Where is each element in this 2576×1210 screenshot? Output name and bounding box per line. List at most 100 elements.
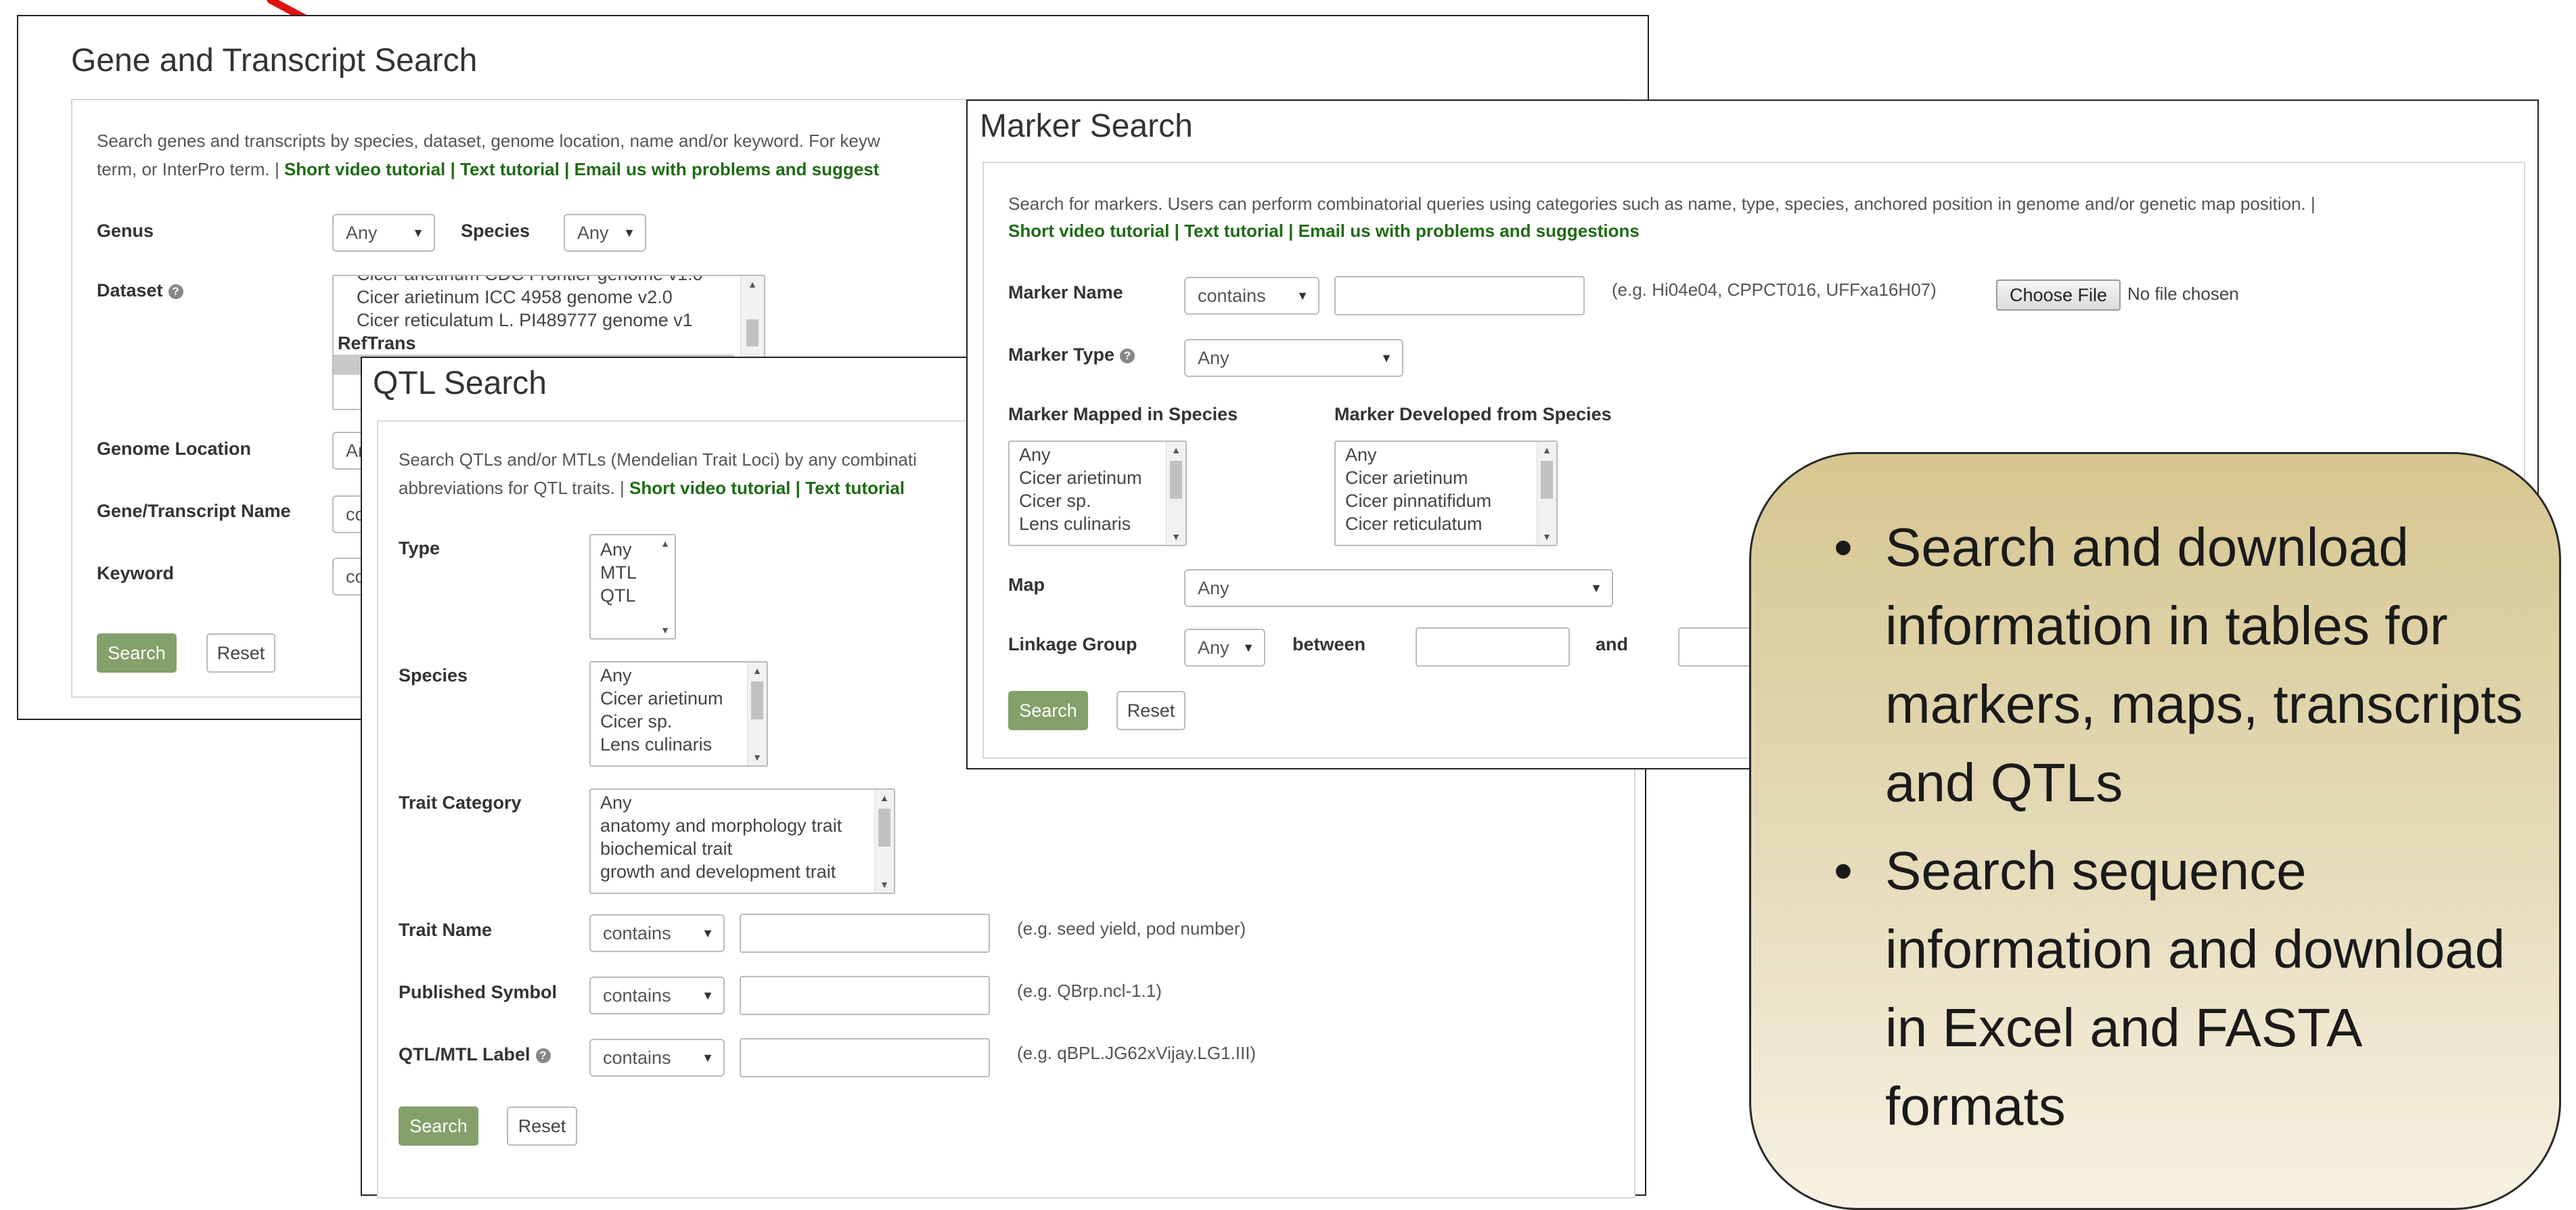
mapped-species-listbox[interactable]: Any Cicer arietinum Cicer sp. Lens culin… [1008,441,1187,546]
feature-callout: • Search and download information in tabl… [1749,452,2561,1210]
scrollbar-thumb[interactable] [1541,461,1553,499]
gene-panel-description-line2: term, or InterPro term. | Short video tu… [97,156,879,183]
gene-panel-desc-prefix: term, or InterPro term. | [97,159,284,179]
help-icon[interactable]: ? [535,1048,551,1063]
marker-type-select[interactable]: Any ▼ [1184,339,1403,377]
dataset-group-label: RefTrans [338,333,416,353]
scrollbar-thumb[interactable] [1170,461,1182,499]
scrollbar[interactable]: ▲ ▼ [874,790,894,893]
qtl-label-operator-select[interactable]: contains ▼ [589,1039,725,1077]
marker-panel-help-links[interactable]: Short video tutorial | Text tutorial | E… [1008,217,1640,244]
chevron-down-icon: ▼ [623,226,635,240]
mapped-species-option[interactable]: Cicer arietinum [1010,466,1185,489]
gene-name-label: Gene/Transcript Name [97,501,291,521]
chevron-down-icon: ▼ [1242,641,1255,654]
dataset-option[interactable]: Cicer arietinum CDC Frontier genome v1.0 [334,276,764,286]
trait-name-input[interactable] [740,914,990,953]
chevron-down-icon: ▼ [1590,581,1602,595]
published-symbol-label: Published Symbol [399,982,558,1002]
developed-species-option[interactable]: Any [1336,443,1556,466]
published-symbol-example: (e.g. QBrp.ncl-1.1) [1017,981,1162,1001]
gene-panel-help-links[interactable]: Short video tutorial | Text tutorial | E… [284,159,879,179]
species-select[interactable]: Any ▼ [564,214,646,252]
trait-name-operator-value: contains [603,923,671,943]
qtl-reset-button[interactable]: Reset [507,1106,577,1146]
genus-select[interactable]: Any ▼ [332,214,435,252]
qtl-species-option[interactable]: Lens culinaris [591,733,767,756]
published-symbol-input[interactable] [740,976,990,1015]
dataset-label: Dataset? [97,280,183,301]
developed-species-option[interactable]: Cicer pinnatifidum [1336,489,1556,512]
scrollbar[interactable]: ▲ ▼ [747,663,767,765]
scrollbar[interactable]: ▲ ▼ [1537,442,1556,545]
linkage-group-select[interactable]: Any ▼ [1184,629,1265,667]
choose-file-button[interactable]: Choose File [1996,279,2121,311]
qtl-species-listbox[interactable]: Any Cicer arietinum Cicer sp. Lens culin… [589,661,768,767]
scroll-up-icon[interactable]: ▲ [741,279,764,290]
help-icon[interactable]: ? [1120,348,1135,363]
scrollbar[interactable]: ▲ ▼ [1166,442,1185,545]
marker-name-operator-value: contains [1198,286,1266,306]
dataset-option[interactable]: Cicer arietinum ICC 4958 genome v2.0 [334,286,764,309]
chevron-down-icon: ▼ [702,926,714,940]
trait-category-option[interactable]: biochemical trait [591,837,894,860]
scroll-up-icon[interactable]: ▲ [748,665,767,676]
dataset-option[interactable]: Cicer reticulatum L. PI489777 genome v1 [334,309,764,332]
scroll-up-icon[interactable]: ▲ [1537,445,1556,455]
gene-panel-title: Gene and Transcript Search [71,43,478,79]
scroll-down-icon[interactable]: ▼ [875,879,894,890]
scroll-down-icon[interactable]: ▼ [656,625,675,635]
qtl-species-option[interactable]: Cicer arietinum [591,687,767,710]
chevron-down-icon: ▼ [1380,351,1393,365]
qtl-label-example: (e.g. qBPL.JG62xVijay.LG1.III) [1017,1043,1257,1063]
marker-name-operator-select[interactable]: contains ▼ [1184,277,1319,315]
qtl-species-option[interactable]: Cicer sp. [591,710,767,733]
published-symbol-operator-select[interactable]: contains ▼ [589,977,725,1014]
qtl-panel-title: QTL Search [373,365,547,401]
marker-type-select-value: Any [1198,348,1229,368]
scroll-down-icon[interactable]: ▼ [1167,531,1185,542]
marker-name-input[interactable] [1334,276,1585,315]
trait-category-option[interactable]: anatomy and morphology trait [591,814,894,837]
scroll-down-icon[interactable]: ▼ [748,752,767,763]
bullet-icon: • [1834,841,1853,901]
trait-name-operator-select[interactable]: contains ▼ [589,914,725,952]
trait-category-option[interactable]: growth and development trait [591,860,894,883]
scrollbar[interactable]: ▲ ▼ [656,535,675,638]
scroll-down-icon[interactable]: ▼ [1537,531,1556,542]
qtl-type-listbox[interactable]: Any MTL QTL ▲ ▼ [589,534,676,640]
qtl-panel-help-links[interactable]: Short video tutorial | Text tutorial [629,478,905,498]
map-label: Map [1008,575,1045,595]
mapped-species-option[interactable]: Any [1010,443,1185,466]
trait-category-label: Trait Category [399,792,522,813]
qtl-species-option[interactable]: Any [591,664,767,687]
scrollbar-thumb[interactable] [746,319,759,346]
trait-category-listbox[interactable]: Any anatomy and morphology trait biochem… [589,788,895,894]
map-select[interactable]: Any ▼ [1184,569,1613,607]
gene-reset-button[interactable]: Reset [206,633,275,673]
trait-category-option[interactable]: Any [591,791,894,814]
developed-species-listbox[interactable]: Any Cicer arietinum Cicer pinnatifidum C… [1334,441,1558,546]
scrollbar-thumb[interactable] [878,809,890,847]
mapped-species-option[interactable]: Cicer sp. [1010,489,1185,512]
linkage-group-select-value: Any [1198,637,1229,658]
scroll-up-icon[interactable]: ▲ [875,792,894,803]
help-icon[interactable]: ? [168,284,183,299]
gene-search-button[interactable]: Search [97,633,177,673]
qtl-label-input[interactable] [740,1038,990,1077]
scrollbar-thumb[interactable] [751,681,763,719]
scroll-up-icon[interactable]: ▲ [1167,445,1185,455]
callout-bullet-text: Search sequence information and download… [1885,841,2506,1136]
marker-name-example: (e.g. Hi04e04, CPPCT016, UFFxa16H07) [1612,279,1937,300]
mapped-species-option[interactable]: Lens culinaris [1010,512,1185,535]
developed-species-option[interactable]: Cicer arietinum [1336,466,1556,489]
chevron-down-icon: ▼ [702,989,714,1002]
marker-search-button[interactable]: Search [1008,691,1088,730]
developed-species-option[interactable]: Cicer reticulatum [1336,512,1556,535]
linkage-start-input[interactable] [1416,627,1570,667]
dataset-label-text: Dataset [97,280,163,300]
qtl-panel-description-line2: abbreviations for QTL traits. | Short vi… [399,474,905,501]
marker-reset-button[interactable]: Reset [1116,691,1185,730]
scroll-up-icon[interactable]: ▲ [656,538,675,549]
qtl-search-button[interactable]: Search [399,1106,478,1146]
